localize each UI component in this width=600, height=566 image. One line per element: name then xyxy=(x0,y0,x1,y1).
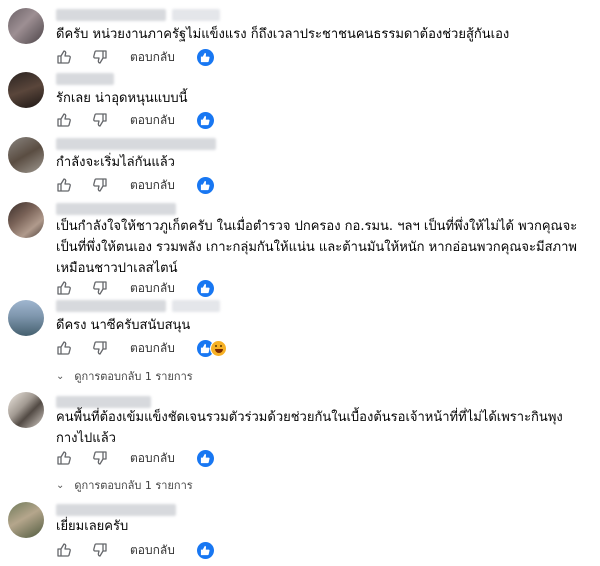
comment-actions: ตอบกลับ xyxy=(56,47,214,67)
like-reaction-icon[interactable] xyxy=(196,111,214,129)
reply-button[interactable]: ตอบกลับ xyxy=(130,541,175,560)
like-reaction-icon[interactable] xyxy=(196,449,214,467)
comment-text: ดีครับ หน่วยงานภาครัฐไม่แข็งแรง ก็ถึงเวล… xyxy=(56,27,510,42)
comment-text: คนพื้นที่ต้องเข้มแข็งชัดเจนรวมตัวร่วมด้ว… xyxy=(56,410,563,446)
comment-text: กำลังจะเริ่มไล่กันแล้ว xyxy=(56,155,175,170)
like-icon[interactable] xyxy=(56,542,72,558)
comment-actions: ตอบกลับ xyxy=(56,338,227,358)
comment-text: รักเลย น่าอุดหนุนแบบนี้ xyxy=(56,91,188,106)
reply-button[interactable]: ตอบกลับ xyxy=(130,339,175,358)
commenter-name[interactable] xyxy=(56,203,176,215)
dislike-icon[interactable] xyxy=(92,542,108,558)
chevron-down-icon: ⌄ xyxy=(56,370,65,382)
reply-button[interactable]: ตอบกลับ xyxy=(130,279,175,298)
view-replies-label: ดูการตอบกลับ 1 รายการ xyxy=(74,479,193,492)
commenter-name[interactable] xyxy=(56,300,166,312)
reply-button[interactable]: ตอบกลับ xyxy=(130,449,175,468)
view-replies-label: ดูการตอบกลับ 1 รายการ xyxy=(74,370,193,383)
avatar[interactable] xyxy=(8,8,44,44)
view-replies-link[interactable]: ⌄ ดูการตอบกลับ 1 รายการ xyxy=(56,476,193,494)
like-reaction-icon[interactable] xyxy=(196,279,214,297)
like-reaction-icon[interactable] xyxy=(196,541,214,559)
reply-button[interactable]: ตอบกลับ xyxy=(130,48,175,67)
comment-actions: ตอบกลับ xyxy=(56,175,214,195)
avatar[interactable] xyxy=(8,202,44,238)
dislike-icon[interactable] xyxy=(92,340,108,356)
comment-actions: ตอบกลับ xyxy=(56,540,214,560)
comment-text: เยี่ยมเลยครับ xyxy=(56,519,129,534)
like-reaction-icon[interactable] xyxy=(196,48,214,66)
comment-actions: ตอบกลับ xyxy=(56,278,214,298)
like-icon[interactable] xyxy=(56,280,72,296)
haha-reaction-icon[interactable] xyxy=(209,339,227,357)
dislike-icon[interactable] xyxy=(92,112,108,128)
commenter-name[interactable] xyxy=(56,504,176,516)
comment-text: เป็นกำลังใจให้ชาวภูเก็ตครับ ในเมื่อตำรวจ… xyxy=(56,219,578,276)
avatar[interactable] xyxy=(8,502,44,538)
chevron-down-icon: ⌄ xyxy=(56,479,65,491)
like-icon[interactable] xyxy=(56,450,72,466)
like-reaction-icon[interactable] xyxy=(196,176,214,194)
comment-actions: ตอบกลับ xyxy=(56,110,214,130)
commenter-name[interactable] xyxy=(56,9,166,21)
avatar[interactable] xyxy=(8,300,44,336)
commenter-name[interactable] xyxy=(56,73,114,85)
commenter-name-extra xyxy=(172,9,220,21)
commenter-name-extra xyxy=(172,300,220,312)
like-icon[interactable] xyxy=(56,177,72,193)
view-replies-link[interactable]: ⌄ ดูการตอบกลับ 1 รายการ xyxy=(56,367,193,385)
avatar[interactable] xyxy=(8,137,44,173)
dislike-icon[interactable] xyxy=(92,49,108,65)
like-icon[interactable] xyxy=(56,112,72,128)
like-icon[interactable] xyxy=(56,49,72,65)
dislike-icon[interactable] xyxy=(92,177,108,193)
dislike-icon[interactable] xyxy=(92,280,108,296)
reply-button[interactable]: ตอบกลับ xyxy=(130,176,175,195)
commenter-name[interactable] xyxy=(56,138,216,150)
dislike-icon[interactable] xyxy=(92,450,108,466)
avatar[interactable] xyxy=(8,392,44,428)
comment-text: ดีครง นาซีครับสนับสนุน xyxy=(56,318,191,333)
like-icon[interactable] xyxy=(56,340,72,356)
comment-actions: ตอบกลับ xyxy=(56,448,214,468)
reply-button[interactable]: ตอบกลับ xyxy=(130,111,175,130)
avatar[interactable] xyxy=(8,72,44,108)
